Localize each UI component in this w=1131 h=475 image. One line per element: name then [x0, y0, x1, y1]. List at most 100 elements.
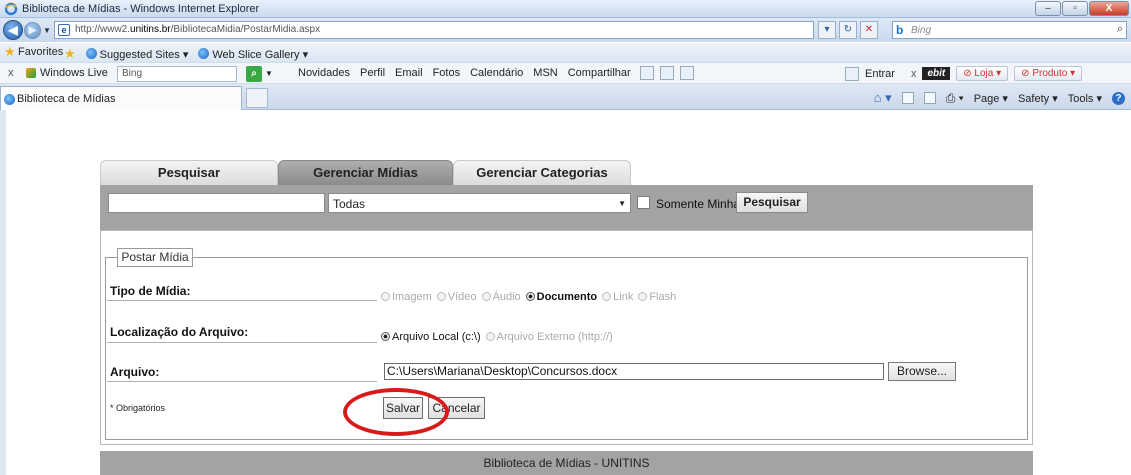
radio-arquivo-local[interactable]: Arquivo Local (c:\) — [381, 331, 481, 343]
pesquisar-button[interactable]: Pesquisar — [736, 192, 808, 213]
ie-page-icon — [4, 94, 15, 105]
live-link-email[interactable]: Email — [395, 67, 423, 79]
new-tab-button[interactable] — [246, 88, 268, 108]
search-bar: Todas ▼ Somente Minhas Pesquisar — [100, 185, 1033, 230]
live-search-input[interactable]: Bing — [117, 66, 237, 82]
stop-icon[interactable]: ✕ — [860, 21, 878, 39]
localizacao-radios: Arquivo Local (c:\) Arquivo Externo (htt… — [381, 331, 613, 343]
live-link-novidades[interactable]: Novidades — [298, 67, 350, 79]
close-button[interactable]: X — [1089, 1, 1129, 16]
browser-tab-label: Biblioteca de Mídias — [17, 93, 116, 105]
tools-menu[interactable]: Tools ▾ — [1068, 92, 1102, 105]
feeds-icon[interactable] — [901, 92, 914, 104]
arquivo-label: Arquivo: — [110, 365, 160, 379]
favorites-label[interactable]: Favorites — [18, 46, 63, 58]
radio-icon — [436, 292, 446, 301]
radio-icon — [485, 332, 495, 341]
help-icon[interactable]: ? — [1112, 91, 1125, 105]
mail-icon[interactable] — [923, 92, 936, 104]
tab-gerenciar-categorias[interactable]: Gerenciar Categorias — [453, 160, 631, 185]
radio-icon — [602, 292, 612, 301]
radio-video[interactable]: Vídeo — [436, 291, 477, 303]
add-favorites-icon[interactable]: ★ — [64, 46, 76, 62]
live-link-fotos[interactable]: Fotos — [433, 67, 461, 79]
postar-midia-fieldset — [105, 257, 1028, 440]
close-ebit-icon[interactable]: x — [911, 68, 917, 80]
browse-button[interactable]: Browse... — [888, 362, 956, 381]
radio-audio[interactable]: Áudio — [481, 291, 521, 303]
file-path-input[interactable]: C:\Users\Mariana\Desktop\Concursos.docx — [384, 363, 884, 380]
signin-link[interactable]: Entrar — [865, 68, 895, 80]
close-toolbar-icon[interactable]: x — [8, 67, 14, 79]
back-button[interactable]: ◀ — [3, 20, 23, 40]
radio-selected-icon — [381, 332, 390, 341]
ie-page-icon — [85, 47, 97, 59]
window-title: Biblioteca de Mídias - Windows Internet … — [22, 3, 260, 15]
address-bar[interactable]: e http://www2.unitins.br/BibliotecaMidia… — [54, 21, 814, 39]
favorites-bar: ★ Favorites ★ Suggested Sites ▾ Web Slic… — [0, 43, 1131, 62]
required-note: * Obrigatórios — [110, 403, 166, 413]
search-input[interactable] — [108, 193, 325, 213]
page-footer: Biblioteca de Mídias - UNITINS — [100, 451, 1033, 475]
produto-button[interactable]: ⊘ Produto ▾ — [1014, 66, 1083, 81]
history-dropdown-icon[interactable]: ▼ — [43, 26, 51, 35]
category-select[interactable]: Todas ▼ — [328, 193, 631, 213]
chevron-down-icon[interactable]: ▼ — [265, 69, 273, 78]
tab-pesquisar[interactable]: Pesquisar — [100, 160, 278, 185]
live-link-msn[interactable]: MSN — [533, 67, 557, 79]
live-search-go-button[interactable]: ⌕ — [246, 66, 262, 82]
somente-minhas-checkbox[interactable] — [637, 196, 650, 209]
windows-live-toolbar: x Windows Live Bing ⌕ ▼ Novidades Perfil… — [0, 62, 1131, 84]
radio-documento[interactable]: Documento — [525, 291, 597, 303]
radio-link[interactable]: Link — [602, 291, 633, 303]
divider — [107, 300, 377, 301]
annotation-circle — [343, 388, 449, 436]
safety-menu[interactable]: Safety ▾ — [1018, 92, 1058, 105]
page-icon: e — [58, 24, 70, 36]
favorites-star-icon[interactable]: ★ — [4, 45, 16, 59]
tab-gerenciar-midias[interactable]: Gerenciar Mídias — [278, 160, 453, 185]
tipo-midia-radios: Imagem Vídeo Áudio Documento Link Flash — [381, 291, 676, 303]
home-icon[interactable]: ⌂ ▾ — [874, 90, 892, 106]
page-menu[interactable]: Page ▾ — [974, 92, 1008, 105]
radio-flash[interactable]: Flash — [638, 291, 676, 303]
radio-icon — [638, 292, 648, 301]
radio-imagem[interactable]: Imagem — [381, 291, 432, 303]
signin-icon[interactable] — [845, 66, 859, 81]
window-titlebar: Biblioteca de Mídias - Windows Internet … — [0, 0, 1131, 18]
live-link-calendario[interactable]: Calendário — [470, 67, 523, 79]
tipo-midia-label: Tipo de Mídia: — [110, 284, 191, 298]
divider — [107, 342, 377, 343]
radio-icon — [381, 292, 390, 301]
loja-button[interactable]: ⊘ Loja ▾ — [956, 66, 1009, 81]
category-select-value: Todas — [333, 197, 366, 211]
fieldset-legend: Postar Mídia — [117, 248, 193, 267]
print-icon[interactable]: ⎙ ▾ — [946, 91, 964, 106]
address-url[interactable]: http://www2.unitins.br/BibliotecaMidia/P… — [75, 24, 320, 35]
chevron-down-icon[interactable]: ▼ — [618, 199, 626, 208]
compatibility-icon[interactable]: ▾ — [818, 21, 836, 39]
minimize-button[interactable]: – — [1035, 1, 1061, 16]
windows-live-brand[interactable]: Windows Live — [40, 67, 108, 79]
edit-icon[interactable] — [640, 66, 654, 80]
favorites-item-web-slice[interactable]: Web Slice Gallery ▾ — [198, 47, 308, 61]
refresh-icon[interactable]: ↻ — [839, 21, 857, 39]
live-link-perfil[interactable]: Perfil — [360, 67, 385, 79]
radio-selected-icon — [525, 292, 535, 301]
bing-search-box[interactable]: b Bing ⌕ — [892, 21, 1127, 39]
live-link-compartilhar[interactable]: Compartilhar — [568, 67, 631, 79]
search-icon[interactable]: ⌕ — [1117, 23, 1123, 36]
radio-arquivo-externo[interactable]: Arquivo Externo (http://) — [485, 331, 613, 343]
forward-button[interactable]: ▶ — [24, 22, 41, 39]
browser-tab-row: Biblioteca de Mídias ⌂ ▾ ⎙ ▾ Page ▾ Safe… — [0, 84, 1131, 110]
favorites-item-suggested-sites[interactable]: Suggested Sites ▾ — [85, 47, 188, 61]
windows-live-logo-icon — [26, 68, 36, 78]
bing-search-placeholder: Bing — [911, 25, 932, 36]
browser-tab-biblioteca[interactable]: Biblioteca de Mídias — [0, 86, 242, 110]
messenger-icon[interactable] — [680, 66, 694, 80]
ebit-logo: ebit — [922, 67, 951, 80]
maximize-button[interactable]: ▫ — [1062, 1, 1088, 16]
bing-logo-icon: b — [896, 23, 904, 37]
localizacao-label: Localização do Arquivo: — [110, 325, 249, 339]
calendar-icon[interactable] — [660, 66, 674, 80]
